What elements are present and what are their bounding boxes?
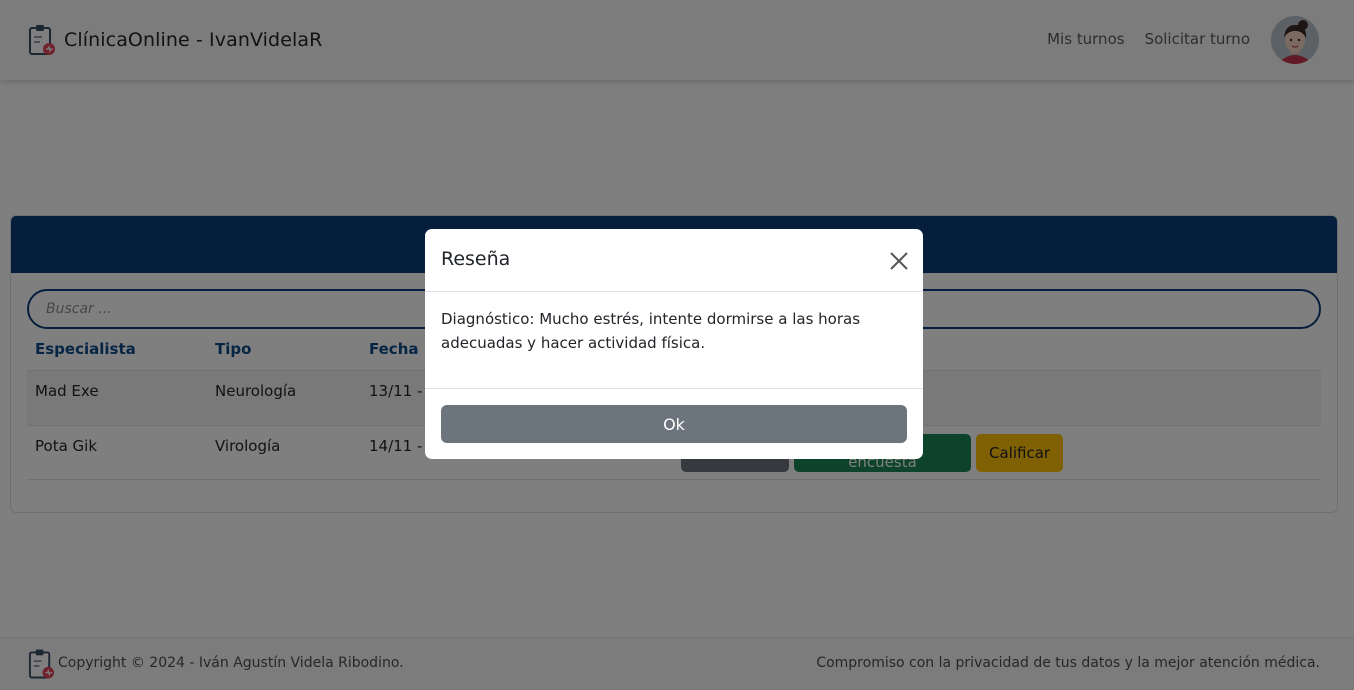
resena-modal: Reseña Diagnóstico: Mucho estrés, intent…: [425, 229, 923, 459]
modal-body-text: Diagnóstico: Mucho estrés, intente dormi…: [441, 310, 861, 352]
ok-button[interactable]: Ok: [441, 405, 907, 443]
modal-footer: Ok: [425, 388, 923, 459]
modal-header: Reseña: [425, 229, 923, 292]
close-icon[interactable]: [887, 249, 911, 273]
modal-title: Reseña: [441, 248, 511, 270]
